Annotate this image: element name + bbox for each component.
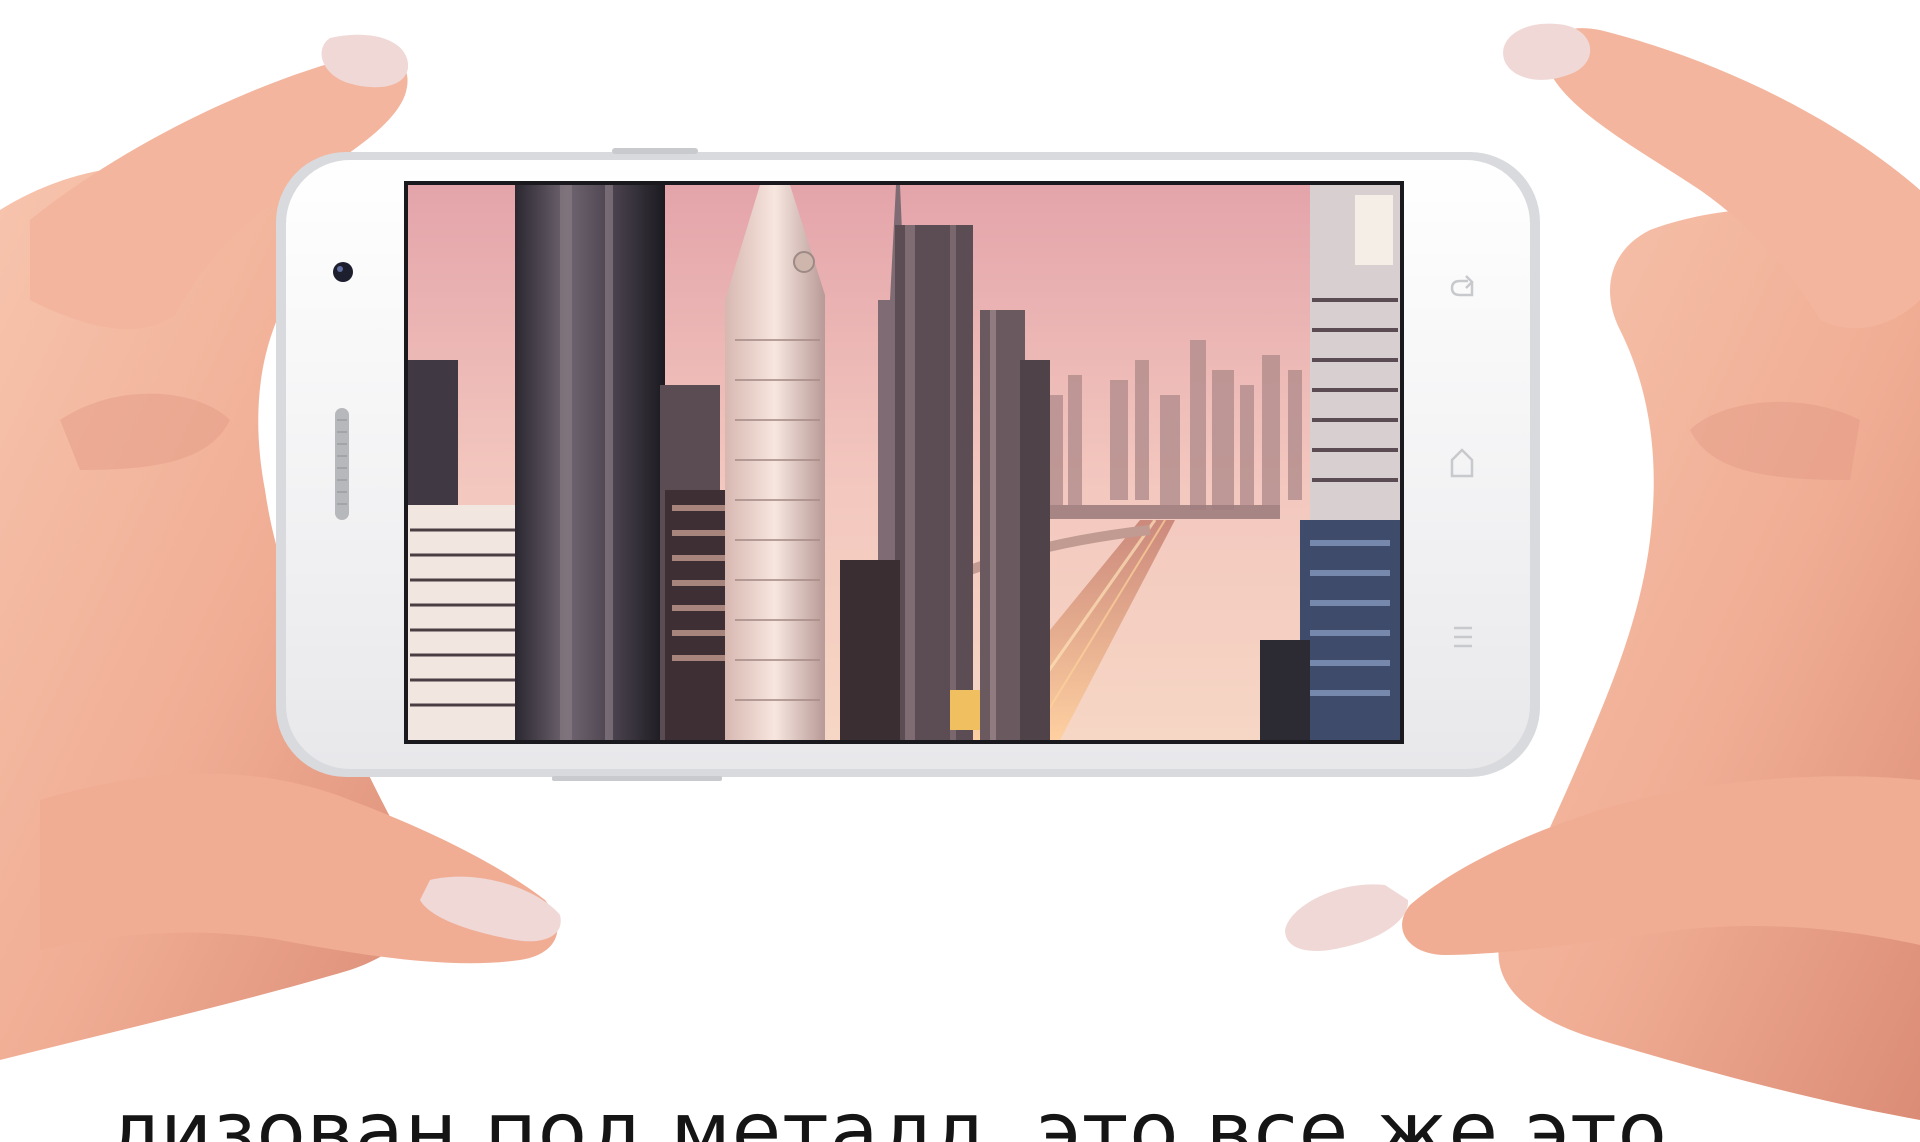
right-thumb xyxy=(1402,776,1920,955)
speaker-grille-icon xyxy=(335,408,349,520)
right-hand-palm xyxy=(1498,208,1920,1121)
top-side-button xyxy=(612,148,698,154)
caption-text: лизован под металл, это все же это xyxy=(108,1085,1668,1142)
bottom-side-button xyxy=(552,776,722,781)
left-thumb xyxy=(40,773,558,964)
phone xyxy=(276,148,1540,781)
glass-tower xyxy=(515,185,665,740)
interchange xyxy=(1040,505,1280,519)
photo-stage: лизован под металл, это все же это xyxy=(0,0,1920,1142)
right-thumb-nail xyxy=(1285,884,1409,951)
front-camera-icon xyxy=(333,262,353,282)
phone-photo xyxy=(0,23,1920,1121)
lit-sign xyxy=(950,690,980,730)
screen-city-scene xyxy=(408,185,1400,740)
